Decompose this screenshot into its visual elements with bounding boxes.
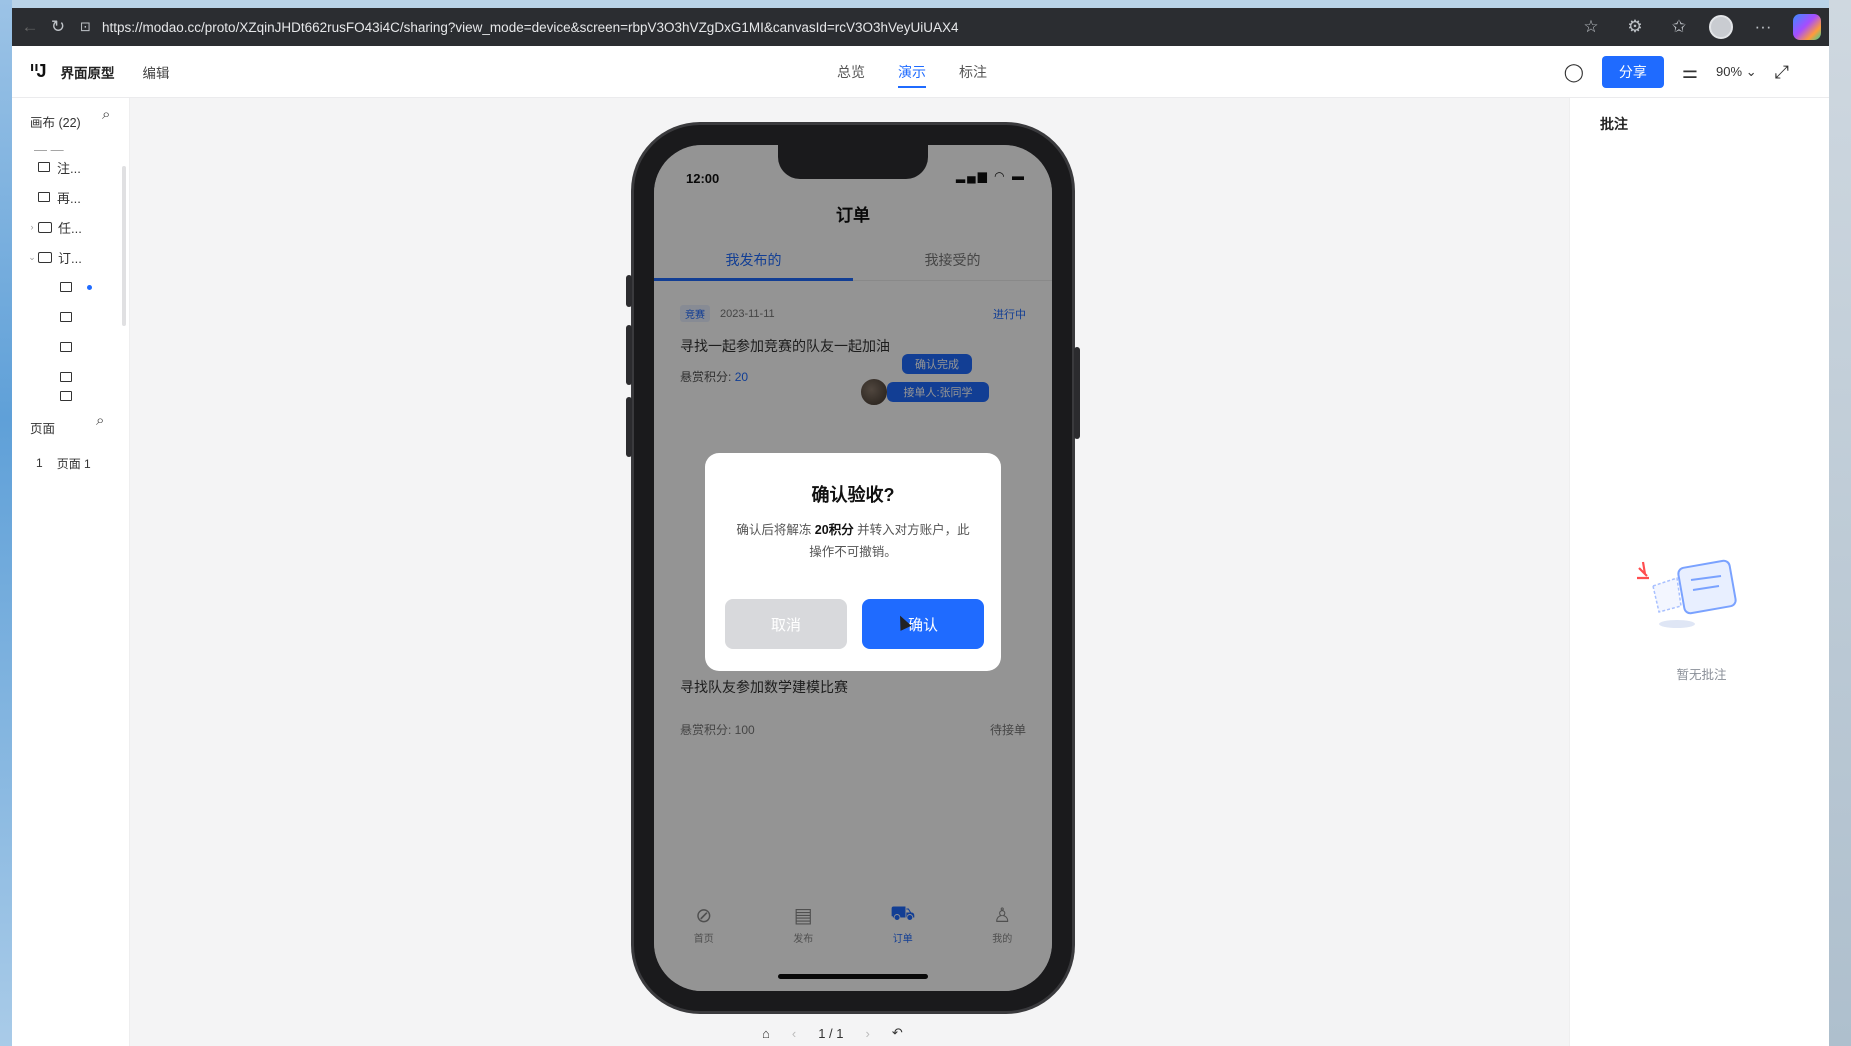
current-screen-indicator bbox=[87, 284, 92, 290]
profile-avatar[interactable] bbox=[1709, 15, 1733, 39]
tree-item-screen[interactable] bbox=[60, 334, 79, 360]
phone-power-button bbox=[1074, 347, 1080, 439]
screen-icon bbox=[38, 192, 50, 202]
fullscreen-icon[interactable]: ⤢ bbox=[1775, 62, 1789, 83]
edit-button[interactable]: 编辑 bbox=[142, 62, 169, 82]
reload-icon[interactable]: ↻ bbox=[44, 13, 72, 41]
comment-icon[interactable]: ◯ bbox=[1564, 62, 1584, 83]
tree-item-screen-selected[interactable] bbox=[60, 274, 92, 300]
browser-toolbar-right: ☆ ⚙ ✩ ··· bbox=[1577, 8, 1829, 46]
phone-frame: 12:00 ▂▄▆ ◠ ▬ 订单 我发布的 我接受的 竞赛 2023-11-11… bbox=[626, 125, 1080, 1011]
desktop-background-left bbox=[0, 0, 12, 1046]
chevron-down-icon[interactable]: ⌄ bbox=[26, 252, 38, 263]
sidebar-scrollbar[interactable] bbox=[122, 166, 126, 326]
screen-icon bbox=[38, 162, 50, 172]
phone-screen: 12:00 ▂▄▆ ◠ ▬ 订单 我发布的 我接受的 竞赛 2023-11-11… bbox=[654, 145, 1052, 991]
page-item[interactable]: 1 页面 1 bbox=[36, 450, 91, 476]
empty-annotation-text: 暂无批注 bbox=[1676, 668, 1727, 682]
phone-side-button bbox=[626, 397, 632, 457]
screen-pager: ⌂ ‹ 1 / 1 › ↶ bbox=[762, 1025, 903, 1041]
browser-window: ← ↻ ⊡ https://modao.cc/proto/XZqinJHDt66… bbox=[12, 8, 1829, 1046]
tree-item-label: 订... bbox=[58, 250, 82, 266]
extensions-icon[interactable]: ⚙ bbox=[1621, 13, 1649, 41]
chevron-right-icon[interactable]: › bbox=[26, 222, 38, 232]
annotation-panel: 批注 暂无批注 bbox=[1569, 98, 1829, 1046]
next-page-icon[interactable]: › bbox=[866, 1026, 870, 1041]
tree-item-screen[interactable] bbox=[60, 304, 79, 330]
search-icon[interactable]: ⌕ bbox=[96, 412, 104, 429]
back-arrow-icon[interactable]: ← bbox=[16, 13, 44, 41]
canvas-sidebar: 画布 (22) ⌕ — — 注... 再... › 任... ⌄ 订... 页面 ⌕… bbox=[12, 98, 130, 1046]
tree-item-screen[interactable]: 注... bbox=[38, 154, 81, 180]
folder-icon bbox=[38, 251, 52, 263]
favorites-list-icon[interactable]: ✩ bbox=[1665, 13, 1693, 41]
phone-side-button bbox=[626, 275, 632, 307]
tree-folder[interactable]: › 任... bbox=[26, 214, 82, 240]
dialog-message-part: 确认后将解冻 bbox=[736, 523, 815, 537]
url-text: https://modao.cc/proto/XZqinJHDt662rusFO… bbox=[102, 19, 959, 35]
tab-overview[interactable]: 总览 bbox=[837, 46, 865, 98]
more-menu-icon[interactable]: ··· bbox=[1749, 13, 1777, 41]
tree-item-label: 再... bbox=[57, 190, 81, 206]
phone-side-button bbox=[626, 325, 632, 385]
zoom-value: 90% bbox=[1716, 64, 1743, 79]
project-title: 界面原型 bbox=[60, 65, 115, 81]
tree-item-screen[interactable] bbox=[60, 388, 79, 404]
screen-icon bbox=[60, 312, 72, 322]
screen-icon bbox=[60, 282, 72, 292]
browser-toolbar: ← ↻ ⊡ https://modao.cc/proto/XZqinJHDt66… bbox=[12, 8, 1829, 46]
screen-icon bbox=[60, 342, 72, 352]
page-index: 1 bbox=[36, 456, 43, 470]
search-icon[interactable]: ⌕ bbox=[102, 106, 110, 123]
header-actions: ◯ 分享 ⚌ 90% ⌄ ⤢ bbox=[1564, 46, 1789, 98]
desktop-background-right bbox=[1829, 0, 1851, 1046]
copilot-icon[interactable] bbox=[1793, 14, 1821, 40]
prev-page-icon[interactable]: ‹ bbox=[792, 1026, 796, 1041]
dialog-message: 确认后将解冻 20积分 并转入对方账户，此操作不可撤销。 bbox=[735, 519, 971, 563]
phone-notch bbox=[778, 145, 928, 179]
canvas-count-header: 画布 (22) bbox=[30, 116, 81, 130]
zoom-select[interactable]: 90% ⌄ bbox=[1716, 64, 1757, 80]
app-logo[interactable]: ᐦJ bbox=[30, 61, 47, 82]
cancel-button[interactable]: 取消 bbox=[725, 599, 847, 649]
confirm-acceptance-dialog: 确认验收? 确认后将解冻 20积分 并转入对方账户，此操作不可撤销。 取消 确认 bbox=[705, 453, 1001, 671]
tree-item-screen[interactable]: 再... bbox=[38, 184, 81, 210]
undo-icon[interactable]: ↶ bbox=[892, 1025, 903, 1041]
page-indicator: 1 / 1 bbox=[818, 1025, 844, 1041]
screen-icon bbox=[60, 391, 72, 401]
favorite-star-icon[interactable]: ☆ bbox=[1577, 13, 1605, 41]
annotation-panel-title: 批注 bbox=[1600, 116, 1628, 132]
app-header: ᐦJ 界面原型 编辑 总览 演示 标注 ◯ 分享 ⚌ 90% ⌄ ⤢ bbox=[12, 46, 1829, 98]
screen-icon bbox=[60, 372, 72, 382]
folder-icon bbox=[38, 221, 52, 233]
page-name: 页面 1 bbox=[56, 456, 91, 471]
tab-annotate[interactable]: 标注 bbox=[959, 46, 987, 98]
dialog-title: 确认验收? bbox=[811, 485, 895, 505]
empty-annotation-illustration bbox=[1637, 559, 1737, 628]
confirm-button[interactable]: 确认 bbox=[862, 599, 984, 649]
site-info-icon[interactable]: ⊡ bbox=[80, 19, 102, 35]
tree-folder-expanded[interactable]: ⌄ 订... bbox=[26, 244, 82, 270]
settings-sliders-icon[interactable]: ⚌ bbox=[1682, 62, 1698, 83]
pages-header: 页面 bbox=[30, 422, 56, 436]
share-button[interactable]: 分享 bbox=[1601, 56, 1664, 88]
tree-item-screen[interactable] bbox=[60, 364, 79, 390]
tree-item-label: 任... bbox=[58, 220, 82, 236]
tree-item-label: 注... bbox=[57, 160, 81, 176]
address-bar[interactable]: ⊡ https://modao.cc/proto/XZqinJHDt662rus… bbox=[80, 13, 1530, 41]
tab-present[interactable]: 演示 bbox=[898, 46, 926, 98]
home-icon[interactable]: ⌂ bbox=[762, 1026, 770, 1041]
dialog-points: 20积分 bbox=[814, 523, 854, 537]
view-mode-tabs: 总览 演示 标注 bbox=[837, 46, 987, 98]
